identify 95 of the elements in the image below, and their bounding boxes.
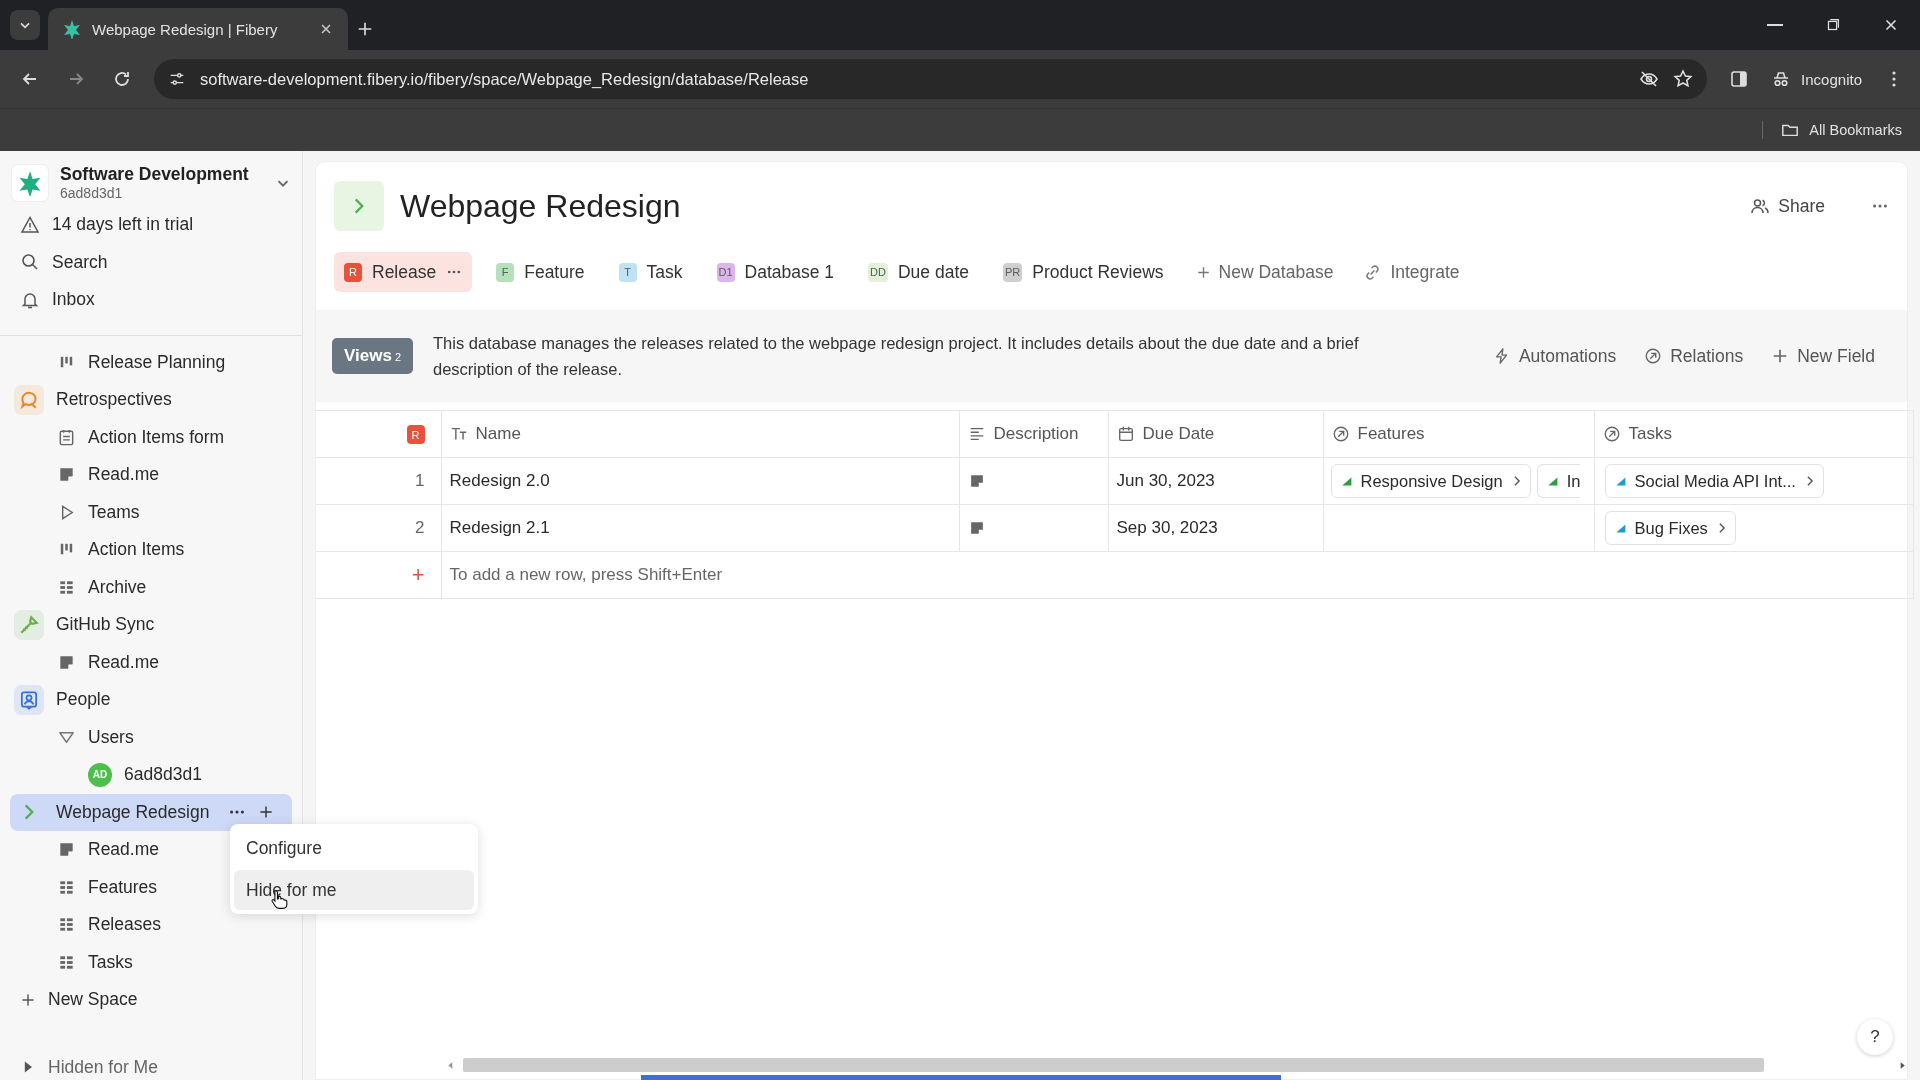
database-tab[interactable]: F Feature xyxy=(486,252,595,292)
database-description: This database manages the releases related to the webpage redesign project. It includes details about the due date and a brief description of the release. xyxy=(433,333,1360,380)
relations-button[interactable]: Relations xyxy=(1644,345,1744,367)
badge: T xyxy=(618,262,637,282)
badge: PR xyxy=(1003,262,1023,282)
automations-button[interactable]: Automations xyxy=(1492,345,1617,367)
integrate-button[interactable]: Integrate xyxy=(1355,261,1468,283)
space-item[interactable]: GitHub Sync xyxy=(10,606,165,644)
tab-title: Webpage Redesign | Fibery xyxy=(92,20,279,38)
site-settings-icon xyxy=(168,70,186,88)
sidebar-item[interactable]: Tasks xyxy=(10,943,143,981)
right-arrow-icon xyxy=(1898,1060,1907,1070)
new-database-button[interactable]: New Database xyxy=(1187,261,1342,283)
tab-search-button[interactable] xyxy=(10,10,40,40)
sidebar-item[interactable]: Teams xyxy=(10,493,150,531)
workspace-name[interactable]: Software Development xyxy=(60,164,262,185)
database-tab[interactable]: D1 Database 1 xyxy=(706,252,845,292)
page-title: Webpage Redesign xyxy=(400,187,682,225)
name-cell[interactable]: Redesign 2.0 xyxy=(441,457,959,505)
space-item[interactable]: Retrospectives xyxy=(10,381,182,419)
share-button[interactable]: Share xyxy=(1744,194,1831,218)
arrow-circle-icon xyxy=(1602,425,1621,443)
sidebar-item[interactable]: Release Planning xyxy=(10,343,236,381)
horizontal-scrollbar[interactable] xyxy=(446,1057,1907,1073)
sidebar-item[interactable]: Archive xyxy=(10,568,157,606)
badge: DD xyxy=(868,262,888,282)
badge: D1 xyxy=(716,262,735,282)
plus-icon xyxy=(1195,264,1211,280)
date-cell[interactable]: Jun 30, 2023 xyxy=(1108,457,1323,505)
database-tab[interactable]: R Release xyxy=(334,252,473,292)
add-row-hint: To add a new row, press Shift+Enter xyxy=(441,551,1913,599)
database-tab[interactable]: DD Due date xyxy=(858,252,979,292)
relation-chip[interactable]: Social Media API Int... xyxy=(1604,464,1824,498)
row-number: 1 xyxy=(316,457,441,505)
database-tab[interactable]: T Task xyxy=(608,252,693,292)
column-header[interactable]: Description xyxy=(959,410,1108,458)
address-bar[interactable]: software-development.fibery.io/fibery/space/Webpage_Redesign/database/Release xyxy=(154,59,1708,99)
workspace-id: 6ad8d3d1 xyxy=(60,185,124,201)
bookmarks-link[interactable]: All Bookmarks xyxy=(1809,122,1902,138)
profile-button[interactable]: Incognito xyxy=(1767,60,1866,98)
date-cell[interactable]: Sep 30, 2023 xyxy=(1108,504,1323,552)
sidebar-item[interactable]: Read.me xyxy=(10,831,169,869)
new-space-button[interactable]: New Space xyxy=(10,981,148,1019)
calendar-icon xyxy=(1116,425,1135,443)
add-row-button[interactable]: + xyxy=(411,562,425,587)
browser-tab[interactable]: Webpage Redesign | Fibery xyxy=(48,8,348,50)
column-header[interactable]: Name xyxy=(441,410,959,458)
workspace-logo[interactable] xyxy=(12,164,48,201)
column-header[interactable]: Due Date xyxy=(1108,410,1323,458)
sidebar-item[interactable]: Releases xyxy=(10,906,171,944)
plus-icon xyxy=(356,20,374,38)
badge: R xyxy=(406,425,425,445)
new-field-button[interactable]: New Field xyxy=(1771,345,1875,367)
badge: R xyxy=(344,262,362,282)
badge: F xyxy=(496,262,515,282)
row-number: 2 xyxy=(316,504,441,552)
menu-item[interactable]: Hide for me xyxy=(234,870,474,910)
sidebar-item[interactable]: Inbox xyxy=(10,281,105,319)
arrow-circle-icon xyxy=(1331,425,1350,443)
plus-icon[interactable] xyxy=(258,804,274,821)
sidebar-item[interactable]: Action Items xyxy=(10,531,195,569)
sidebar-item[interactable]: Search xyxy=(10,243,118,281)
minimize-icon xyxy=(1767,24,1783,26)
help-button[interactable]: ? xyxy=(1857,1019,1893,1055)
column-header[interactable]: Features xyxy=(1323,410,1594,458)
people-icon xyxy=(1750,196,1771,216)
arrow-circle-icon xyxy=(1644,347,1663,365)
sidebar-item[interactable]: 14 days left in trial xyxy=(10,206,204,244)
relation-chip[interactable]: Responsive Design xyxy=(1330,464,1531,498)
side-panel-icon[interactable] xyxy=(1729,69,1750,89)
column-header[interactable]: Tasks xyxy=(1594,410,1913,458)
left-arrow-icon xyxy=(446,1060,455,1070)
url-text: software-development.fibery.io/fibery/space/Webpage_Redesign/database/Release xyxy=(200,69,810,89)
new-tab-button[interactable] xyxy=(356,20,374,38)
plus-icon xyxy=(20,991,36,1008)
space-item[interactable]: Webpage Redesign xyxy=(10,793,292,831)
database-tab[interactable]: PR Product Reviews xyxy=(993,252,1174,292)
sidebar-item[interactable]: Action Items form xyxy=(10,418,235,456)
sidebar-item[interactable]: Read.me xyxy=(10,643,169,681)
form-icon xyxy=(57,427,76,447)
name-cell[interactable]: Redesign 2.1 xyxy=(441,504,959,552)
reload-icon xyxy=(112,69,132,89)
avatar-icon: AD xyxy=(88,762,112,787)
hidden-section-toggle[interactable]: Hidden for Me xyxy=(10,1048,168,1080)
warning-icon xyxy=(20,214,40,235)
sidebar-item[interactable]: Read.me xyxy=(10,456,169,494)
star-icon xyxy=(1673,69,1694,89)
menu-item[interactable]: Configure xyxy=(234,828,474,868)
sidebar-item[interactable]: Users xyxy=(10,718,144,756)
relation-chip[interactable]: Bug Fixes xyxy=(1604,511,1736,545)
eye-off-icon xyxy=(1639,69,1660,89)
sidebar-item[interactable]: AD 6ad8d3d1 xyxy=(10,756,212,794)
sidebar-item[interactable]: Features xyxy=(10,868,168,906)
relation-chip[interactable]: In xyxy=(1536,464,1581,498)
space-item[interactable]: People xyxy=(10,681,121,719)
